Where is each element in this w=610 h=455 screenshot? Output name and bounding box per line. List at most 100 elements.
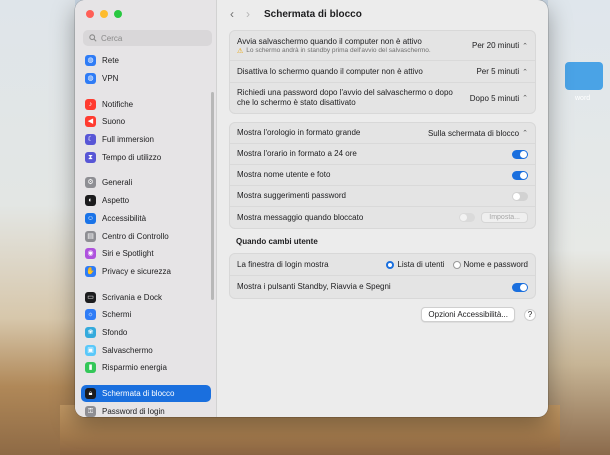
sidebar-item-label: Schermi — [102, 310, 132, 320]
power-buttons-label: Mostra i pulsanti Standby, Riavvia e Spe… — [237, 282, 391, 291]
display-off-popup[interactable]: Per 5 minuti ⌃ — [476, 67, 528, 76]
radio-name-password[interactable]: Nome e password — [445, 260, 528, 269]
lock-message-label: Mostra messaggio quando bloccato — [237, 212, 364, 222]
radio-user-list[interactable]: Lista di utenti — [378, 260, 445, 269]
help-button[interactable]: ? — [524, 308, 536, 321]
dock-icon: ▭ — [85, 291, 96, 303]
close-button[interactable] — [86, 10, 94, 18]
desktop-background-left — [0, 0, 75, 455]
sidebar-item-label: Suono — [102, 117, 126, 127]
section-title-user-switch: Quando cambi utente — [236, 237, 318, 246]
24h-clock-toggle[interactable] — [512, 149, 528, 159]
forward-button[interactable]: › — [246, 7, 250, 21]
large-clock-label: Mostra l'orologio in formato grande — [237, 128, 361, 137]
sidebar-item-sfondo[interactable]: ❀ Sfondo — [81, 324, 211, 342]
display-off-label: Disattiva lo schermo quando il computer … — [237, 66, 423, 76]
screensaver-row: Avvia salvaschermo quando il computer no… — [230, 31, 535, 61]
sidebar-item-notifiche[interactable]: ♪ Notifiche — [81, 95, 211, 113]
screensaver-group: Avvia salvaschermo quando il computer no… — [229, 30, 536, 114]
screensaver-popup-value: Per 20 minuti — [471, 41, 520, 50]
moon-icon: ☾ — [85, 134, 96, 146]
user-name-photo-label: Mostra nome utente e foto — [237, 170, 331, 179]
set-message-button[interactable]: Imposta... — [481, 212, 528, 223]
sidebar-item-scrivania-e-dock[interactable]: ▭ Scrivania e Dock — [81, 288, 211, 306]
desktop-folder-label[interactable]: word — [575, 95, 590, 102]
toolbar: ‹ › Schermata di blocco — [218, 0, 548, 28]
screensaver-icon: ▣ — [85, 344, 96, 356]
sidebar-item-generali[interactable]: ⚙ Generali — [81, 174, 211, 192]
display-off-row: Disattiva lo schermo quando il computer … — [230, 61, 535, 83]
bell-icon: ♪ — [85, 98, 96, 110]
system-settings-window: Cerca ◍ Rete ◍ VPN ♪ Notifiche ◀ Suono ☾ Full imm… — [75, 0, 548, 417]
sidebar-item-label: Privacy e sicurezza — [102, 266, 171, 276]
settings-content: Avvia salvaschermo quando il computer no… — [229, 30, 536, 322]
sidebar-item-aspetto[interactable]: ◐ Aspetto — [81, 192, 211, 210]
warning-icon: ⚠ — [237, 47, 244, 55]
lock-message-toggle[interactable] — [459, 213, 476, 222]
lock-icon: 🔒︎ — [85, 388, 96, 400]
radio-user-list-label: Lista di utenti — [397, 260, 445, 269]
gear-icon: ⚙ — [85, 177, 96, 189]
sidebar-item-label: Risparmio energia — [102, 363, 167, 373]
lockscreen-options-group: Mostra l'orologio in formato grande Sull… — [229, 122, 536, 229]
require-password-label: Richiedi una password dopo l'avvio del s… — [237, 88, 453, 107]
control-center-icon: ▤ — [85, 230, 96, 242]
login-window-label: La finestra di login mostra — [237, 259, 329, 269]
sidebar-item-schermata-di-blocco[interactable]: 🔒︎ Schermata di blocco — [81, 384, 211, 403]
user-name-photo-toggle[interactable] — [512, 170, 528, 180]
large-clock-popup[interactable]: Sulla schermata di blocco ⌃ — [428, 129, 528, 138]
key-icon: ⚿ — [85, 405, 96, 417]
sidebar-list: ◍ Rete ◍ VPN ♪ Notifiche ◀ Suono ☾ Full immersion… — [81, 52, 211, 417]
sidebar-item-label: Sfondo — [102, 327, 128, 337]
minimize-button[interactable] — [100, 10, 108, 18]
sidebar-item-full-immersion[interactable]: ☾ Full immersion — [81, 131, 211, 149]
wallpaper-icon: ❀ — [85, 326, 96, 338]
sidebar-item-password-di-login[interactable]: ⚿ Password di login — [81, 402, 211, 417]
sidebar-item-suono[interactable]: ◀ Suono — [81, 113, 211, 131]
screensaver-popup[interactable]: Per 20 minuti ⌃ — [472, 41, 528, 50]
battery-icon: ▮ — [85, 362, 96, 374]
sidebar-item-label: Schermata di blocco — [102, 389, 175, 399]
hand-icon: ✋ — [85, 265, 96, 277]
sidebar-item-risparmio-energia[interactable]: ▮ Risparmio energia — [81, 359, 211, 377]
power-buttons-row: Mostra i pulsanti Standby, Riavvia e Spe… — [230, 276, 535, 298]
sidebar-item-privacy-e-sicurezza[interactable]: ✋ Privacy e sicurezza — [81, 263, 211, 281]
hourglass-icon: ⧗ — [85, 151, 96, 163]
window-controls — [86, 10, 122, 18]
sidebar-scrollbar[interactable] — [211, 92, 214, 300]
power-buttons-toggle[interactable] — [512, 282, 528, 292]
sidebar: Cerca ◍ Rete ◍ VPN ♪ Notifiche ◀ Suono ☾ Full imm… — [75, 0, 217, 417]
search-input[interactable]: Cerca — [83, 30, 212, 46]
sidebar-item-salvaschermo[interactable]: ▣ Salvaschermo — [81, 341, 211, 359]
search-placeholder: Cerca — [101, 33, 123, 43]
sidebar-group: ▭ Scrivania e Dock ☼ Schermi ❀ Sfondo ▣ Salvasc… — [81, 288, 211, 376]
sidebar-item-accessibilità[interactable]: ☺ Accessibilità — [81, 210, 211, 228]
password-hints-toggle[interactable] — [512, 191, 528, 201]
sidebar-item-rete[interactable]: ◍ Rete — [81, 52, 211, 70]
sidebar-item-vpn[interactable]: ◍ VPN — [81, 70, 211, 88]
sidebar-item-label: VPN — [102, 74, 119, 84]
desktop-folder-icon[interactable] — [565, 62, 603, 90]
page-title: Schermata di blocco — [264, 8, 362, 20]
sidebar-item-centro-di-controllo[interactable]: ▤ Centro di Controllo — [81, 227, 211, 245]
updown-chevron-icon: ⌃ — [522, 130, 528, 137]
updown-chevron-icon: ⌃ — [522, 68, 528, 76]
login-window-row: La finestra di login mostra Lista di ute… — [230, 254, 535, 276]
screensaver-note: ⚠ Lo schermo andrà in standby prima dell… — [237, 47, 431, 55]
sidebar-item-schermi[interactable]: ☼ Schermi — [81, 306, 211, 324]
require-password-popup[interactable]: Dopo 5 minuti ⌃ — [470, 94, 528, 103]
main-pane: ‹ › Schermata di blocco Avvia salvascher… — [218, 0, 548, 417]
siri-icon: ◉ — [85, 248, 96, 260]
sidebar-item-siri-e-spotlight[interactable]: ◉ Siri e Spotlight — [81, 245, 211, 263]
password-hints-row: Mostra suggerimenti password — [230, 186, 535, 207]
accessibility-options-button[interactable]: Opzioni Accessibilità... — [421, 307, 515, 322]
footer: Opzioni Accessibilità... ? — [229, 307, 536, 322]
sidebar-item-tempo-di-utilizzo[interactable]: ⧗ Tempo di utilizzo — [81, 148, 211, 166]
sidebar-item-label: Tempo di utilizzo — [102, 152, 162, 162]
require-password-row: Richiedi una password dopo l'avvio del s… — [230, 83, 535, 113]
user-switch-group: La finestra di login mostra Lista di ute… — [229, 253, 536, 299]
sidebar-item-label: Aspetto — [102, 196, 130, 206]
updown-chevron-icon: ⌃ — [522, 95, 528, 102]
zoom-button[interactable] — [114, 10, 122, 18]
back-button[interactable]: ‹ — [230, 7, 234, 21]
